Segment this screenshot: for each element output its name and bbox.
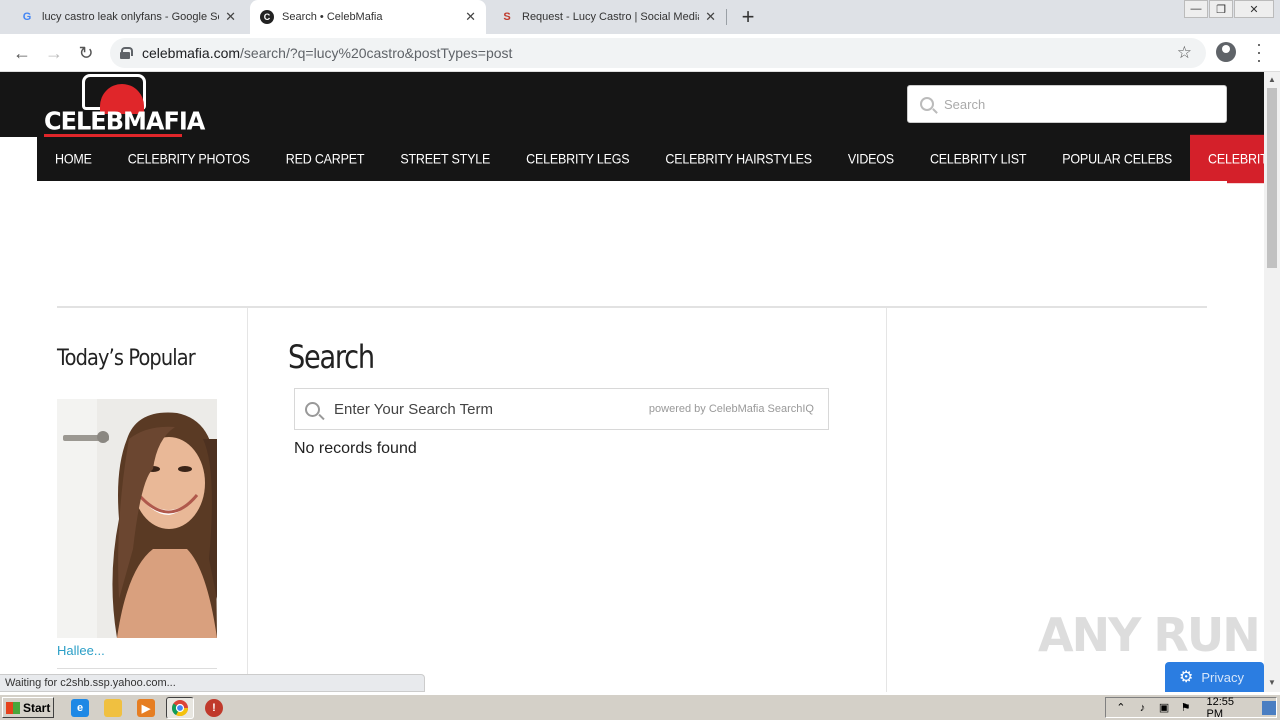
browser-tab-bar: G lucy castro leak onlyfans - Google Se … bbox=[0, 0, 1280, 34]
window-close-icon[interactable]: ✕ bbox=[1234, 0, 1274, 18]
page-scrollbar[interactable]: ▲ ▼ bbox=[1264, 72, 1280, 692]
forward-arrow-icon[interactable]: → bbox=[43, 42, 65, 64]
nav-celebrity-style[interactable]: CELEBRITY STYLE bbox=[1190, 134, 1264, 184]
main-nav: HOME CELEBRITY PHOTOS RED CARPET STREET … bbox=[37, 134, 1264, 184]
nav-celebrity-list[interactable]: CELEBRITY LIST bbox=[912, 135, 1044, 183]
nav-red-carpet[interactable]: RED CARPET bbox=[268, 135, 383, 183]
bookmark-star-icon[interactable]: ☆ bbox=[1177, 43, 1192, 63]
close-icon[interactable]: ✕ bbox=[705, 9, 716, 25]
tab-request-lucy-castro[interactable]: S Request - Lucy Castro | Social Media ✕ bbox=[490, 0, 726, 34]
search-term-input[interactable]: Enter Your Search Term powered by CelebM… bbox=[294, 388, 829, 430]
tab-google-search[interactable]: G lucy castro leak onlyfans - Google Se … bbox=[10, 0, 246, 34]
back-arrow-icon[interactable]: ← bbox=[11, 42, 33, 64]
privacy-label: Privacy bbox=[1201, 669, 1244, 685]
restore-icon[interactable]: ❐ bbox=[1209, 0, 1233, 18]
action-center-flag-icon[interactable]: ⚑ bbox=[1179, 701, 1193, 715]
start-label: Start bbox=[23, 700, 51, 715]
scrollbar-thumb[interactable] bbox=[1267, 88, 1277, 268]
windows-logo-icon bbox=[6, 701, 20, 714]
profile-avatar-icon[interactable] bbox=[1216, 42, 1236, 62]
google-icon: G bbox=[22, 11, 32, 23]
nav-street-style[interactable]: STREET STYLE bbox=[382, 135, 508, 183]
network-icon[interactable]: ▣ bbox=[1157, 701, 1171, 715]
sidebar-popular: Today’s Popular Hallee... bbox=[37, 308, 248, 692]
portrait-image bbox=[57, 399, 217, 638]
windows-taskbar: Start e ▶ ! ⌃ ♪ ▣ ⚑ 12:55 PM bbox=[0, 694, 1280, 720]
search-icon bbox=[305, 401, 320, 417]
nav-popular-celebs[interactable]: POPULAR CELEBS bbox=[1044, 135, 1190, 183]
nav-home[interactable]: HOME bbox=[37, 135, 110, 183]
address-bar[interactable]: celebmafia.com/search/?q=lucy%20castro&p… bbox=[110, 38, 1206, 68]
search-placeholder: Enter Your Search Term bbox=[334, 400, 493, 418]
search-icon bbox=[920, 97, 934, 111]
page-title: Search bbox=[288, 338, 375, 376]
logo-wordmark: CELEBMAFIA bbox=[44, 106, 205, 136]
celebmafia-favicon-icon: C bbox=[260, 10, 274, 24]
tab-separator bbox=[726, 9, 727, 25]
internet-explorer-icon[interactable]: e bbox=[71, 699, 89, 717]
tab-title: Request - Lucy Castro | Social Media bbox=[522, 11, 700, 23]
clock: 12:55 PM bbox=[1206, 695, 1235, 720]
privacy-button[interactable]: ⚙ Privacy bbox=[1165, 662, 1264, 692]
page-viewport: CELEBMAFIA Search HOME CELEBRITY PHOTOS … bbox=[0, 72, 1264, 692]
gear-icon: ⚙ bbox=[1179, 669, 1194, 686]
popular-celeb-photo[interactable] bbox=[57, 399, 217, 638]
site-header: CELEBMAFIA Search bbox=[0, 72, 1264, 137]
search-main-column: Search Enter Your Search Term powered by… bbox=[248, 308, 887, 692]
minimize-icon[interactable]: — bbox=[1184, 0, 1208, 18]
tab-celebmafia-search[interactable]: C Search • CelebMafia ✕ bbox=[250, 0, 486, 34]
system-tray: ⌃ ♪ ▣ ⚑ 12:55 PM bbox=[1105, 695, 1277, 720]
nav-videos[interactable]: VIDEOS bbox=[830, 135, 912, 183]
tray-expand-icon[interactable]: ⌃ bbox=[1114, 701, 1128, 715]
site-favicon-icon: S bbox=[503, 11, 511, 23]
scroll-up-icon[interactable]: ▲ bbox=[1268, 75, 1276, 84]
divider bbox=[57, 668, 217, 669]
status-bar: Waiting for c2shb.ssp.yahoo.com... bbox=[0, 674, 425, 692]
ad-placeholder bbox=[37, 181, 1227, 306]
start-button[interactable]: Start bbox=[2, 697, 54, 718]
volume-icon[interactable]: ♪ bbox=[1136, 701, 1150, 715]
nav-celebrity-photos[interactable]: CELEBRITY PHOTOS bbox=[110, 135, 268, 183]
tab-title: Search • CelebMafia bbox=[282, 11, 383, 23]
media-player-icon[interactable]: ▶ bbox=[137, 699, 155, 717]
opera-icon[interactable]: ! bbox=[205, 699, 223, 717]
tab-title: lucy castro leak onlyfans - Google Se bbox=[42, 11, 220, 23]
popular-celeb-link[interactable]: Hallee... bbox=[57, 643, 105, 658]
url-path: /search/?q=lucy%20castro&postTypes=post bbox=[240, 45, 513, 61]
close-icon[interactable]: ✕ bbox=[465, 9, 476, 25]
lock-icon bbox=[120, 47, 133, 59]
nav-celebrity-legs[interactable]: CELEBRITY LEGS bbox=[508, 135, 647, 183]
show-desktop-icon[interactable] bbox=[1262, 700, 1276, 715]
url-host: celebmafia.com bbox=[142, 45, 241, 61]
anyrun-watermark: ANY RUN bbox=[1038, 608, 1261, 662]
site-search-placeholder: Search bbox=[944, 96, 986, 112]
chrome-icon[interactable] bbox=[166, 697, 194, 719]
celebmafia-logo[interactable]: CELEBMAFIA bbox=[44, 74, 205, 137]
site-search-input[interactable]: Search bbox=[907, 85, 1227, 123]
no-results-text: No records found bbox=[294, 440, 417, 457]
reload-icon[interactable]: ↻ bbox=[75, 42, 97, 64]
popular-heading: Today’s Popular bbox=[57, 346, 196, 371]
scroll-down-icon[interactable]: ▼ bbox=[1268, 678, 1276, 687]
folder-icon[interactable] bbox=[104, 699, 122, 717]
nav-celebrity-hairstyles[interactable]: CELEBRITY HAIRSTYLES bbox=[647, 135, 830, 183]
close-icon[interactable]: ✕ bbox=[225, 9, 236, 25]
browser-toolbar: ← → ↻ celebmafia.com/search/?q=lucy%20ca… bbox=[0, 34, 1280, 72]
new-tab-plus-icon[interactable]: + bbox=[738, 4, 758, 29]
menu-kebab-icon[interactable]: · · · bbox=[1252, 35, 1266, 69]
powered-by-label: powered by CelebMafia SearchIQ bbox=[648, 403, 814, 415]
